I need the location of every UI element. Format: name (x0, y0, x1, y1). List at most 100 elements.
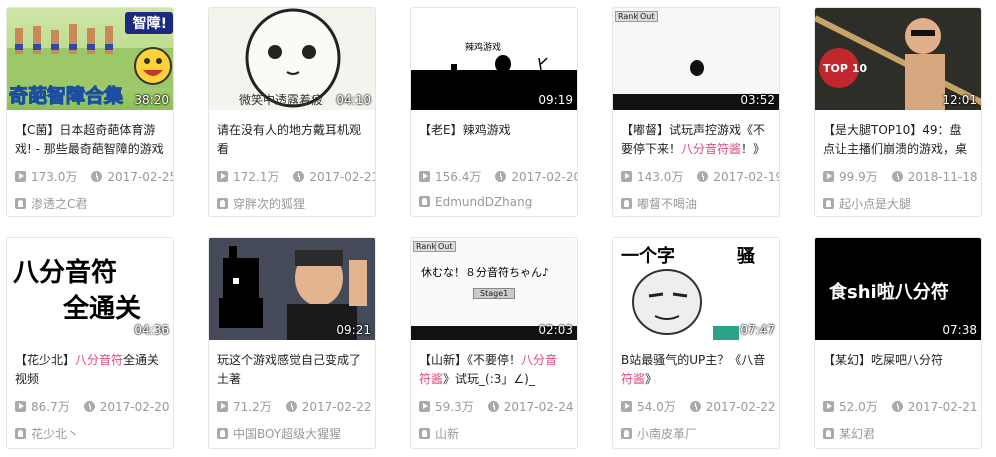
play-count-icon (15, 401, 26, 412)
author-name[interactable]: 嘟督不喝油 (637, 197, 697, 211)
upload-date: 2018-11-18 (907, 170, 978, 184)
video-thumbnail[interactable]: 食shi啦八分符 07:38 (815, 238, 981, 340)
thumbnail-caption: 奇葩智障合集 (8, 85, 124, 108)
video-thumbnail[interactable]: 微笑中透露着疲 04:10 (209, 8, 375, 110)
video-title-text[interactable]: 【是大腿TOP10】49：盘点让主播们崩溃的游戏，桌子 (823, 123, 967, 159)
upload-date: 2017-02-21 (907, 400, 978, 414)
video-title[interactable]: 请在没有人的地方戴耳机观看 (209, 121, 375, 159)
user-icon (15, 428, 26, 439)
author-name[interactable]: 渗透之C君 (31, 197, 87, 211)
video-author[interactable]: 山新 (411, 425, 577, 442)
video-stats: 52.0万 2017-02-21 (815, 398, 981, 414)
thumbnail-caption: 食shi啦八分符 (829, 282, 949, 303)
view-count: 71.2万 (233, 400, 272, 414)
author-name[interactable]: 中国BOY超级大猩猩 (233, 427, 341, 441)
author-name[interactable]: 山新 (435, 427, 459, 441)
video-title-text[interactable]: 玩这个游戏感觉自己变成了土著 (217, 353, 361, 386)
video-title[interactable]: 玩这个游戏感觉自己变成了土著 (209, 351, 375, 389)
video-card[interactable]: 八分音符 全通关 04:36 【花少北】八分音符全通关视频 86.7万 2017-… (6, 237, 174, 449)
video-card[interactable]: TOP 10 12:01 【是大腿TOP10】49：盘点让主播们崩溃的游戏，桌子… (814, 7, 982, 217)
video-title-tail[interactable]: ！》 (741, 142, 765, 156)
video-thumbnail[interactable]: 智障! 奇葩智障合集 38:20 (7, 8, 173, 110)
video-title-text[interactable]: B站最骚气的UP主？《八音 (621, 353, 765, 367)
video-author[interactable]: 某幻君 (815, 425, 981, 442)
video-title-text[interactable]: 【某幻】吃屎吧八分符 (823, 353, 943, 367)
video-card[interactable]: 09:21 玩这个游戏感觉自己变成了土著 71.2万 2017-02-22 中国B… (208, 237, 376, 449)
video-author[interactable]: 渗透之C君 (7, 195, 173, 212)
video-duration: 09:19 (538, 93, 573, 107)
thumbnail-caption-2: 全通关 (63, 294, 142, 324)
video-thumbnail[interactable]: Rank Out 休むな！８分音符ちゃん♪ Stage1 02:03 (411, 238, 577, 340)
video-title[interactable]: 【山新】《不要停！八分音符酱》试玩_(:3」∠)_ (411, 351, 577, 389)
user-icon (217, 198, 228, 209)
author-name[interactable]: 起小点是大腿 (839, 197, 911, 211)
upload-date: 2017-02-19 (713, 170, 780, 184)
video-card[interactable]: Rank Out 休むな！８分音符ちゃん♪ Stage1 02:03 【山新】《… (410, 237, 578, 449)
video-title[interactable]: 【某幻】吃屎吧八分符 (815, 351, 981, 389)
video-stats: 86.7万 2017-02-20 (7, 398, 173, 414)
video-duration: 04:10 (336, 93, 371, 107)
video-thumbnail[interactable]: Rank Out 03:52 (613, 8, 779, 110)
video-title-text[interactable]: 【花少北】 (15, 353, 75, 367)
video-thumbnail[interactable]: 09:21 (209, 238, 375, 340)
video-title[interactable]: 【C菌】日本超奇葩体育游戏! - 那些最奇葩智障的游戏 (7, 121, 173, 159)
author-name[interactable]: 小南皮革厂 (637, 427, 697, 441)
video-stats: 59.3万 2017-02-24 (411, 398, 577, 414)
video-title-text[interactable]: 【山新】《不要停！ (419, 353, 521, 367)
video-title[interactable]: 【嘟督】试玩声控游戏《不要停下来！八分音符酱！》 (613, 121, 779, 159)
video-card[interactable]: 一个字 骚 07:47 B站最骚气的UP主？《八音符酱》 54.0万 2017-0… (612, 237, 780, 449)
video-title[interactable]: 【花少北】八分音符全通关视频 (7, 351, 173, 389)
video-card[interactable]: Rank Out 03:52 【嘟督】试玩声控游戏《不要停下来！八分音符酱！》 … (612, 7, 780, 217)
video-author[interactable]: 小南皮革厂 (613, 425, 779, 442)
video-title-tail[interactable]: 》 (645, 372, 657, 386)
clock-icon (293, 171, 305, 182)
upload-date: 2017-02-20 (99, 400, 170, 414)
video-author[interactable]: EdmundDZhang (411, 195, 577, 209)
video-title-text[interactable]: 请在没有人的地方戴耳机观看 (217, 123, 361, 156)
video-author[interactable]: 起小点是大腿 (815, 195, 981, 212)
video-title[interactable]: B站最骚气的UP主？《八音符酱》 (613, 351, 779, 389)
user-icon (823, 198, 834, 209)
video-card[interactable]: 食shi啦八分符 07:38 【某幻】吃屎吧八分符 52.0万 2017-02-2… (814, 237, 982, 449)
play-count-icon (15, 171, 26, 182)
video-title-text[interactable]: 【C菌】日本超奇葩体育游戏! - 那些最奇葩智障的游戏 (15, 123, 164, 156)
video-card[interactable]: 辣鸡游戏 09:19 【老E】辣鸡游戏 156.4万 2017-02-20 Edm… (410, 7, 578, 217)
upload-date: 2017-02-22 (301, 400, 372, 414)
video-title-tail[interactable]: 》试玩_(:3」∠)_ (443, 372, 535, 386)
clock-icon (891, 401, 903, 412)
video-card[interactable]: 智障! 奇葩智障合集 38:20 【C菌】日本超奇葩体育游戏! - 那些最奇葩智… (6, 7, 174, 217)
video-thumbnail[interactable]: 辣鸡游戏 09:19 (411, 8, 577, 110)
video-thumbnail[interactable]: 一个字 骚 07:47 (613, 238, 779, 340)
author-name[interactable]: 花少北丶 (31, 427, 79, 441)
author-name[interactable]: EdmundDZhang (435, 195, 532, 209)
clock-icon (891, 171, 903, 182)
view-count: 143.0万 (637, 170, 684, 184)
clock-icon (487, 401, 499, 412)
video-title-highlight[interactable]: 八分音符 (75, 353, 123, 367)
video-author[interactable]: 穿胖次的狐狸 (209, 195, 375, 212)
user-icon (621, 428, 632, 439)
video-title-highlight[interactable]: 符酱 (621, 372, 645, 386)
clock-icon (91, 171, 103, 182)
video-author[interactable]: 中国BOY超级大猩猩 (209, 425, 375, 442)
author-name[interactable]: 某幻君 (839, 427, 875, 441)
user-icon (15, 198, 26, 209)
video-duration: 38:20 (134, 93, 169, 107)
author-name[interactable]: 穿胖次的狐狸 (233, 197, 305, 211)
video-thumbnail[interactable]: TOP 10 12:01 (815, 8, 981, 110)
view-count: 86.7万 (31, 400, 70, 414)
play-count-icon (823, 171, 834, 182)
upload-date: 2017-02-24 (503, 400, 574, 414)
thumbnail-caption: 辣鸡游戏 (465, 43, 502, 53)
video-author[interactable]: 嘟督不喝油 (613, 195, 779, 212)
video-card[interactable]: 微笑中透露着疲 04:10 请在没有人的地方戴耳机观看 172.1万 2017-0… (208, 7, 376, 217)
video-title-highlight[interactable]: 八分音符酱 (681, 142, 741, 156)
video-stats: 54.0万 2017-02-22 (613, 398, 779, 414)
video-title[interactable]: 【是大腿TOP10】49：盘点让主播们崩溃的游戏，桌子 (815, 121, 981, 159)
video-author[interactable]: 花少北丶 (7, 425, 173, 442)
video-thumbnail[interactable]: 八分音符 全通关 04:36 (7, 238, 173, 340)
thumbnail-caption: TOP 10 (823, 62, 868, 75)
video-title-text[interactable]: 【老E】辣鸡游戏 (419, 123, 511, 137)
upload-date: 2017-02-22 (705, 400, 776, 414)
video-title[interactable]: 【老E】辣鸡游戏 (411, 121, 577, 159)
